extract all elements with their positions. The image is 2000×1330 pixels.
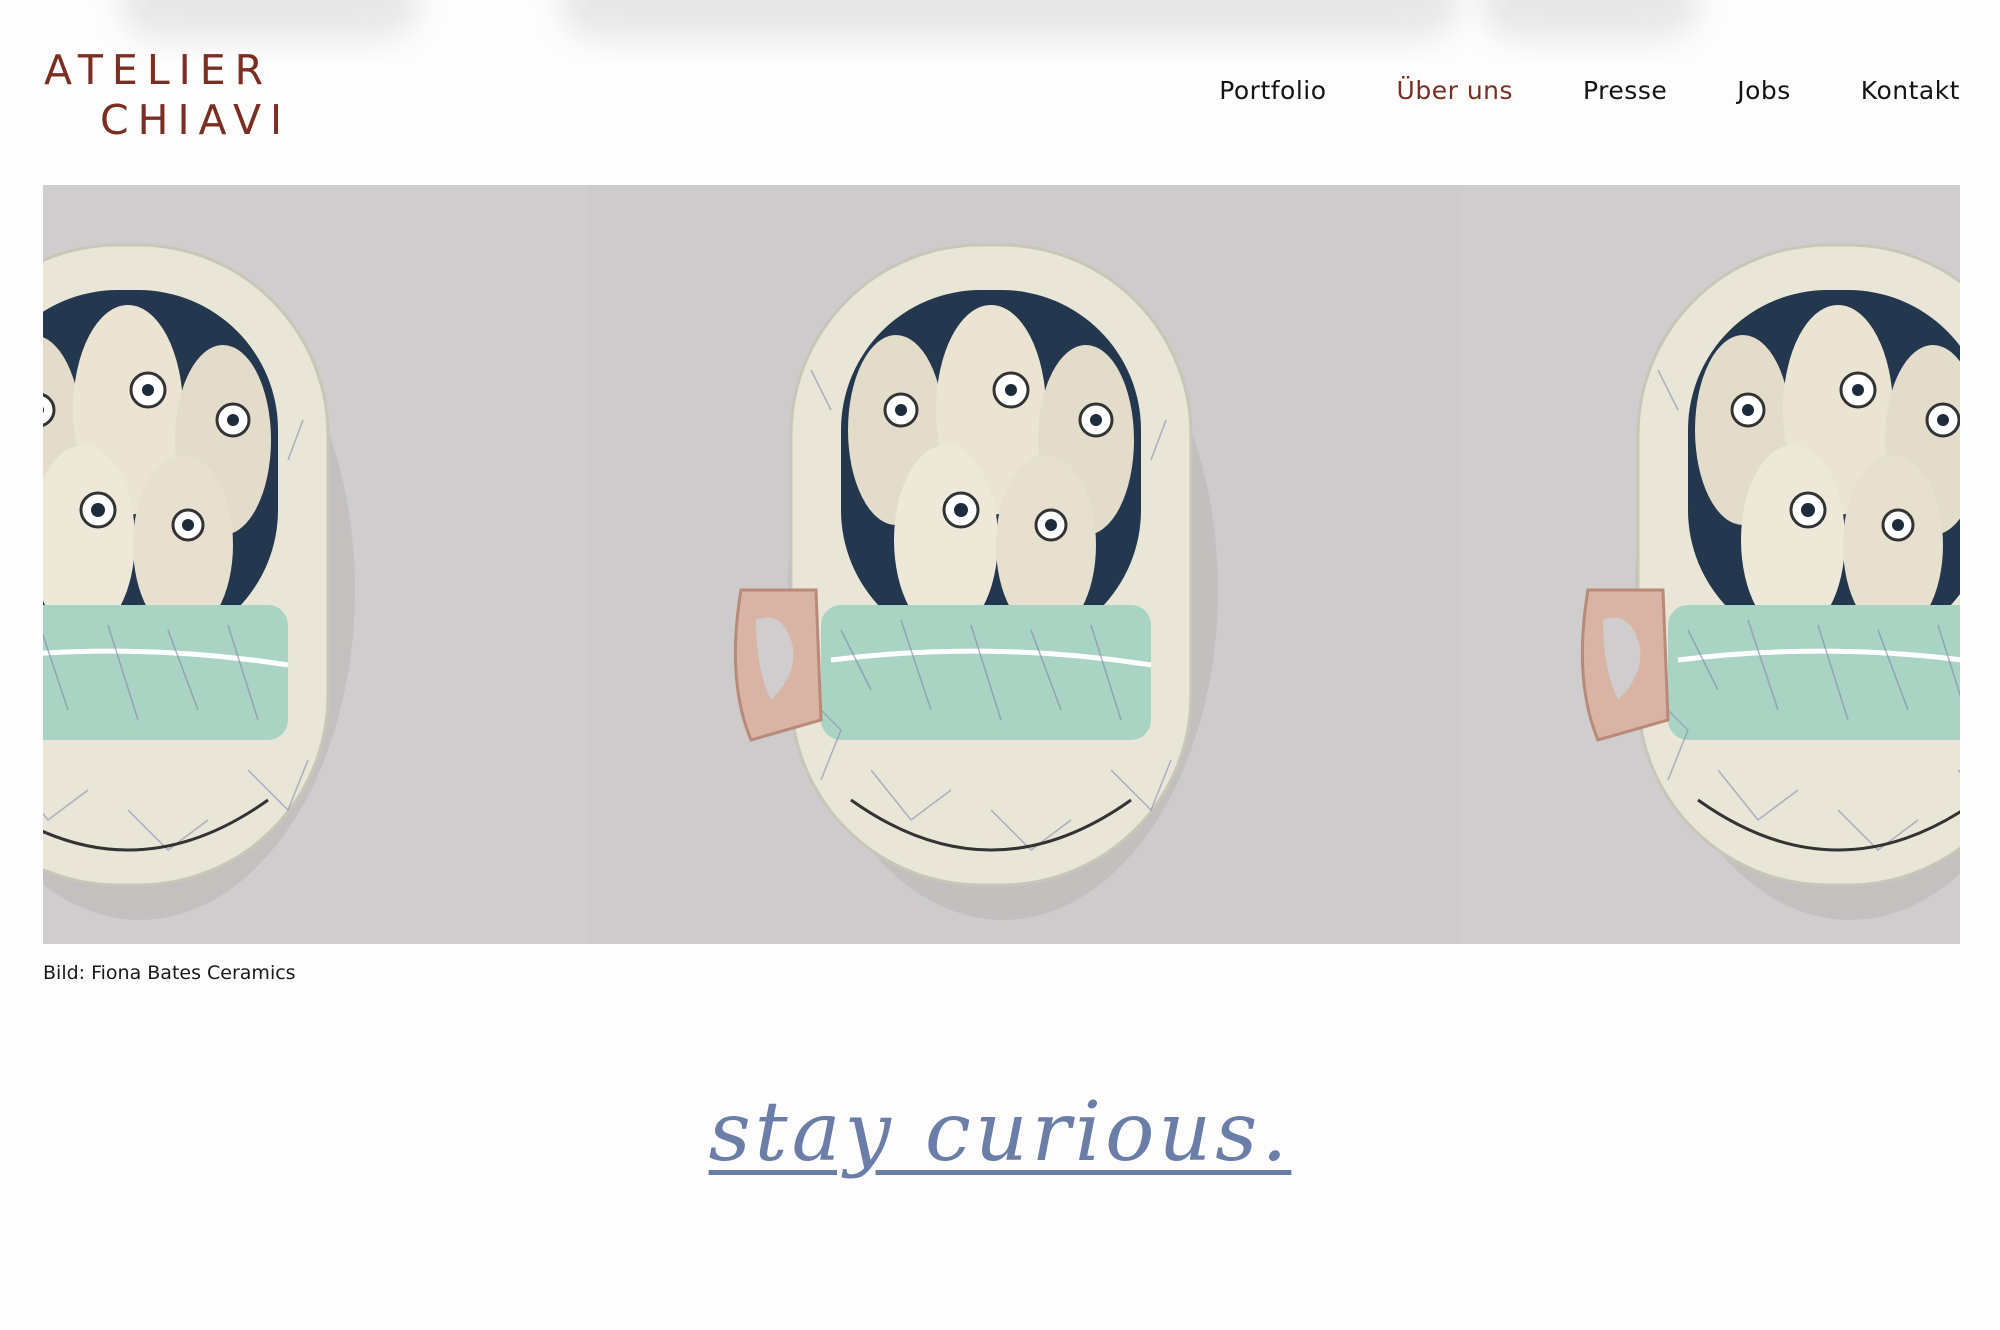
nav-kontakt[interactable]: Kontakt [1861, 76, 1960, 105]
image-caption: Bild: Fiona Bates Ceramics [43, 962, 296, 984]
main-nav: Portfolio Über uns Presse Jobs Kontakt [1149, 76, 1960, 105]
nav-presse[interactable]: Presse [1583, 76, 1667, 105]
logo-line-2: CHIAVI [100, 96, 292, 144]
tagline-text: stay curious. [708, 1085, 1292, 1180]
logo-line-1: ATELIER [44, 46, 273, 94]
nav-ueber-uns[interactable]: Über uns [1397, 76, 1514, 105]
tagline: stay curious. [0, 1085, 2000, 1180]
nav-portfolio[interactable]: Portfolio [1219, 76, 1326, 105]
sardine-can-ceramics-illustration [43, 185, 1960, 944]
site-header: ATELIER CHIAVI Portfolio Über uns Presse… [0, 0, 2000, 180]
nav-jobs[interactable]: Jobs [1737, 76, 1791, 105]
hero-image [43, 185, 1960, 944]
